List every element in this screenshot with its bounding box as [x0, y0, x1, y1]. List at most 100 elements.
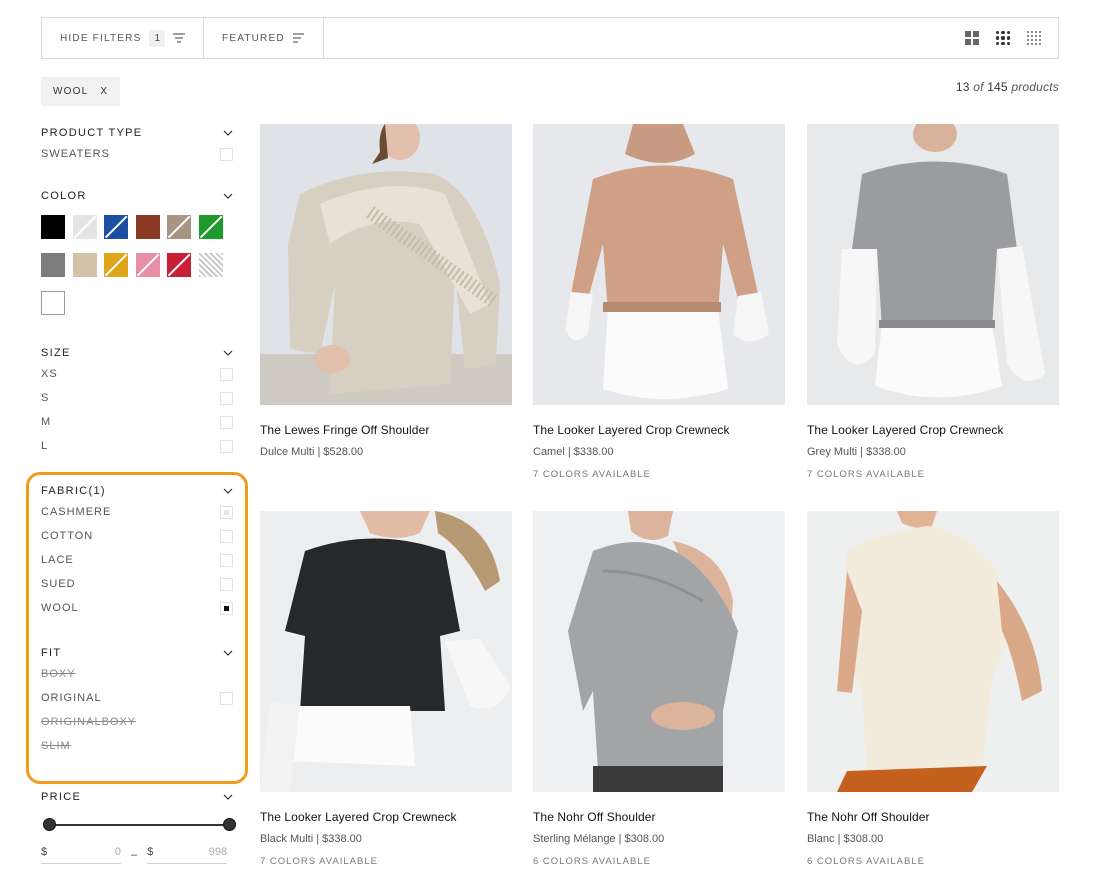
filter-header-color[interactable]: COLOR [41, 187, 233, 205]
price-min-value: 0 [114, 846, 121, 858]
chevron-down-icon [223, 794, 233, 800]
color-swatch-pink[interactable] [135, 253, 160, 277]
checkbox[interactable] [220, 439, 233, 453]
result-unit: products [1011, 80, 1059, 94]
black-crewneck-photo[interactable] [260, 511, 512, 792]
checkbox[interactable] [220, 691, 233, 705]
product-card[interactable]: The Nohr Off Shoulder Sterling Mélange |… [533, 511, 785, 867]
filter-lines-icon [173, 33, 186, 43]
grid-2-view-icon[interactable] [965, 31, 979, 45]
chevron-down-icon [223, 130, 233, 136]
price-max-input[interactable]: $ 998 [147, 846, 228, 864]
color-swatch-red[interactable] [167, 253, 191, 277]
filter-toolbar: HIDE FILTERS 1 FEATURED [41, 17, 1059, 59]
checkbox[interactable] [220, 415, 233, 429]
chevron-down-icon [223, 193, 233, 199]
option-label-disabled: BOXY [41, 668, 76, 680]
filter-option-cotton[interactable]: COTTON [41, 524, 233, 548]
filter-header-price[interactable]: PRICE [41, 788, 233, 806]
price-separator: – [131, 849, 138, 861]
color-swatch-white-light[interactable] [72, 215, 97, 239]
color-swatch-black[interactable] [41, 215, 65, 239]
color-swatch-pattern[interactable] [198, 253, 223, 277]
grid-4-view-icon[interactable] [1027, 31, 1041, 45]
checkbox[interactable] [220, 391, 233, 405]
product-name[interactable]: The Nohr Off Shoulder [807, 810, 1059, 824]
filter-option-xs[interactable]: XS [41, 362, 233, 386]
color-swatches [41, 215, 233, 315]
checkbox[interactable] [220, 529, 233, 543]
filter-header-product-type[interactable]: PRODUCT TYPE [41, 124, 233, 142]
filter-header-fit[interactable]: FIT [41, 644, 233, 662]
color-swatch-green[interactable] [198, 215, 223, 239]
filter-option-boxy: BOXY [41, 662, 233, 686]
product-name[interactable]: The Looker Layered Crop Crewneck [533, 423, 785, 437]
color-swatch-blue[interactable] [104, 215, 128, 239]
filter-option-s[interactable]: S [41, 386, 233, 410]
product-card[interactable]: The Looker Layered Crop Crewneck Black M… [260, 511, 512, 867]
chevron-down-icon [223, 350, 233, 356]
color-swatch-gold[interactable] [104, 253, 128, 277]
chevron-down-icon [223, 650, 233, 656]
checkbox[interactable] [220, 505, 233, 519]
color-swatch-rust[interactable] [135, 215, 160, 239]
grey-off-shoulder-photo[interactable] [533, 511, 785, 792]
hide-filters-button[interactable]: HIDE FILTERS 1 [42, 18, 205, 58]
price-min-handle[interactable] [43, 818, 56, 831]
filter-option-l[interactable]: L [41, 434, 233, 458]
cream-off-shoulder-photo[interactable] [807, 511, 1059, 792]
filter-title: PRODUCT TYPE [41, 127, 143, 139]
filter-option-cashmere[interactable]: CASHMERE [41, 500, 233, 524]
filter-option-sweaters[interactable]: SWEATERS [41, 142, 233, 166]
product-card[interactable]: The Lewes Fringe Off Shoulder Dulce Mult… [260, 124, 512, 458]
product-card[interactable]: The Nohr Off Shoulder Blanc | $308.00 6 … [807, 511, 1059, 867]
option-label-disabled: ORIGINALBOXY [41, 716, 137, 728]
checkbox[interactable] [220, 147, 233, 161]
product-name[interactable]: The Nohr Off Shoulder [533, 810, 785, 824]
fringe-sweater-photo[interactable] [260, 124, 512, 405]
option-label: WOOL [41, 602, 79, 614]
checkbox[interactable] [220, 577, 233, 591]
color-swatch-beige[interactable] [72, 253, 97, 277]
filter-option-original[interactable]: ORIGINAL [41, 686, 233, 710]
colors-available: 7 COLORS AVAILABLE [533, 469, 651, 480]
filters-sidebar: PRODUCT TYPE SWEATERS COLOR SIZE XS S M … [41, 124, 236, 864]
product-card[interactable]: The Looker Layered Crop Crewneck Grey Mu… [807, 124, 1059, 480]
active-filter-chip[interactable]: WOOL X [41, 77, 121, 106]
filter-title: FABRIC(1) [41, 485, 106, 497]
result-count: 13 of 145 products [956, 80, 1059, 94]
color-swatch-grey[interactable] [41, 253, 65, 277]
product-name[interactable]: The Looker Layered Crop Crewneck [260, 810, 512, 824]
color-swatch-taupe[interactable] [167, 215, 191, 239]
grey-crewneck-photo[interactable] [807, 124, 1059, 405]
product-card[interactable]: The Looker Layered Crop Crewneck Camel |… [533, 124, 785, 480]
filter-header-fabric[interactable]: FABRIC(1) [41, 482, 233, 500]
colors-available: 6 COLORS AVAILABLE [533, 856, 651, 867]
remove-filter-icon[interactable]: X [100, 86, 108, 97]
checkbox[interactable] [220, 553, 233, 567]
filter-title: SIZE [41, 347, 71, 359]
result-total: 145 [987, 80, 1008, 94]
grid-view-switcher [965, 18, 1058, 58]
price-max-handle[interactable] [223, 818, 236, 831]
grid-3-view-icon[interactable] [996, 31, 1010, 45]
filter-option-wool[interactable]: WOOL [41, 596, 233, 620]
filter-option-m[interactable]: M [41, 410, 233, 434]
filter-header-size[interactable]: SIZE [41, 344, 233, 362]
price-range-slider[interactable] [41, 818, 236, 832]
option-label: ORIGINAL [41, 692, 102, 704]
color-swatch-white[interactable] [41, 291, 65, 315]
checkbox[interactable] [220, 367, 233, 381]
product-price: Blanc | $308.00 [807, 833, 884, 845]
camel-crewneck-photo[interactable] [533, 124, 785, 405]
product-name[interactable]: The Lewes Fringe Off Shoulder [260, 423, 512, 437]
price-min-input[interactable]: $ 0 [41, 846, 121, 864]
option-label: SWEATERS [41, 148, 110, 160]
checkbox-checked[interactable] [220, 601, 233, 615]
sort-button[interactable]: FEATURED [204, 18, 324, 58]
filter-option-sued[interactable]: SUED [41, 572, 233, 596]
product-name[interactable]: The Looker Layered Crop Crewneck [807, 423, 1059, 437]
chevron-down-icon [223, 488, 233, 494]
filter-option-lace[interactable]: LACE [41, 548, 233, 572]
